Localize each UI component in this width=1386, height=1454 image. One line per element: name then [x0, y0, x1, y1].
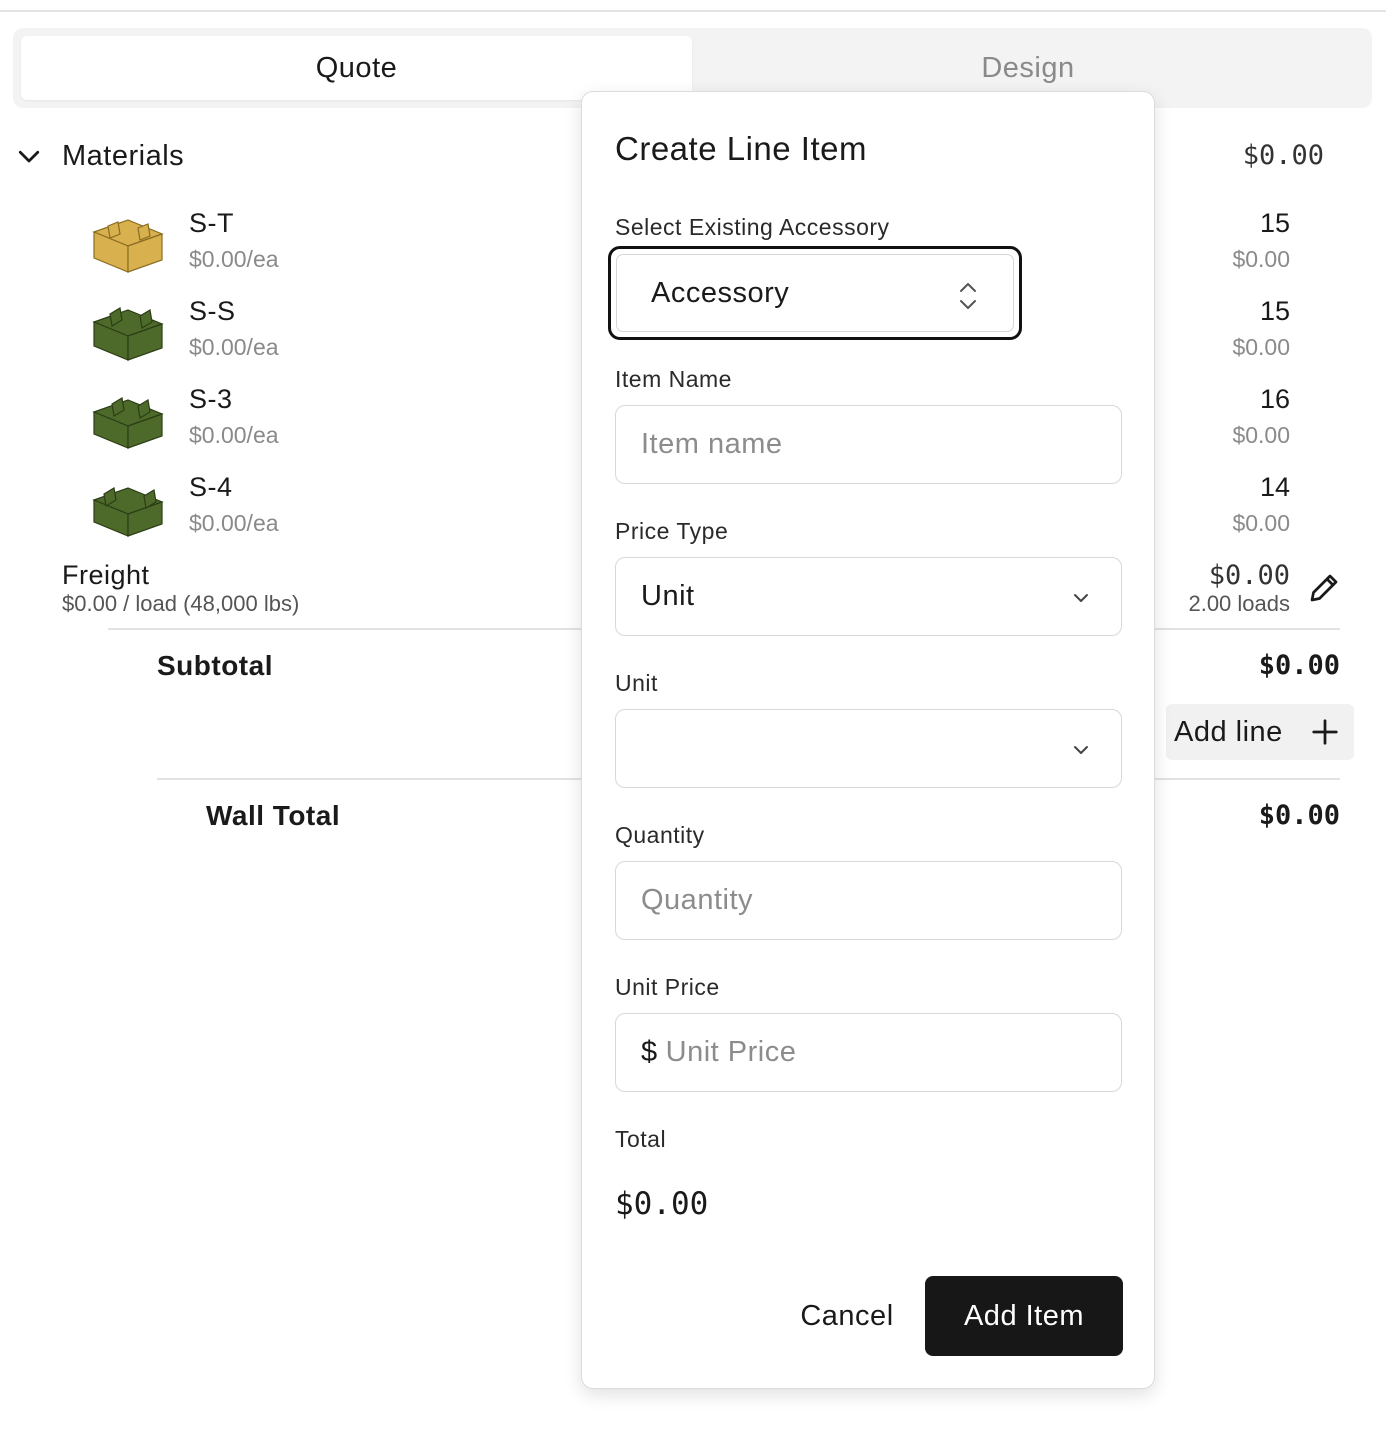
material-quantity: 15 [1259, 208, 1290, 238]
currency-symbol: $ [641, 1036, 658, 1068]
wall-total-value: $0.00 [1258, 800, 1340, 831]
material-quantity: 14 [1259, 472, 1290, 502]
material-unit-price: $0.00/ea [189, 422, 279, 448]
item-name-placeholder: Item name [641, 428, 783, 460]
accessory-select[interactable]: Accessory [608, 246, 1022, 340]
unit-label: Unit [615, 670, 658, 696]
material-amount: $0.00 [1232, 510, 1290, 536]
dialog-title: Create Line Item [615, 130, 867, 167]
plus-icon [1312, 719, 1338, 745]
materials-section-toggle[interactable]: Materials [14, 134, 184, 178]
material-amount: $0.00 [1232, 246, 1290, 272]
unit-price-placeholder: Unit Price [665, 1036, 797, 1068]
add-line-label: Add line [1174, 715, 1283, 748]
unit-price-input[interactable]: $ Unit Price [615, 1013, 1122, 1092]
quantity-placeholder: Quantity [641, 884, 753, 916]
top-divider [0, 10, 1386, 12]
material-amount: $0.00 [1232, 334, 1290, 360]
quantity-input[interactable]: Quantity [615, 861, 1122, 940]
add-item-button[interactable]: Add Item [925, 1276, 1123, 1356]
wall-total-label: Wall Total [206, 800, 341, 831]
accessory-label: Select Existing Accessory [615, 214, 890, 240]
pencil-icon[interactable] [1306, 570, 1342, 606]
chevron-down-icon [18, 150, 40, 163]
unit-select[interactable] [615, 709, 1122, 788]
material-quantity: 16 [1259, 384, 1290, 414]
block-thumbnail-icon [92, 219, 164, 273]
unit-price-label: Unit Price [615, 974, 720, 1000]
up-down-chevron-icon [960, 283, 976, 309]
add-line-button[interactable]: Add line [1166, 704, 1354, 760]
material-name: S-4 [189, 472, 233, 502]
material-quantity: 15 [1259, 296, 1290, 326]
freight-name: Freight [62, 560, 150, 590]
chevron-down-icon [1074, 746, 1088, 754]
price-type-label: Price Type [615, 518, 729, 544]
material-amount: $0.00 [1232, 422, 1290, 448]
material-unit-price: $0.00/ea [189, 246, 279, 272]
total-label: Total [615, 1126, 667, 1152]
block-thumbnail-icon [92, 397, 164, 449]
price-type-select[interactable]: Unit [615, 557, 1122, 636]
material-unit-price: $0.00/ea [189, 510, 279, 536]
freight-amount: $0.00 [1208, 560, 1290, 591]
materials-total: $0.00 [1242, 140, 1324, 171]
accessory-select-value: Accessory [651, 276, 790, 309]
block-thumbnail-icon [92, 487, 164, 537]
material-unit-price: $0.00/ea [189, 334, 279, 360]
item-name-input[interactable]: Item name [615, 405, 1122, 484]
quantity-label: Quantity [615, 822, 705, 848]
subtotal-value: $0.00 [1258, 650, 1340, 681]
materials-title: Materials [62, 139, 185, 172]
material-name: S-S [189, 296, 236, 326]
freight-rate: $0.00 / load (48,000 lbs) [62, 591, 300, 616]
block-thumbnail-icon [92, 307, 164, 361]
total-value: $0.00 [615, 1186, 709, 1222]
material-name: S-3 [189, 384, 233, 414]
freight-loads: 2.00 loads [1188, 591, 1290, 616]
chevron-down-icon [1074, 594, 1088, 602]
item-name-label: Item Name [615, 366, 732, 392]
cancel-button[interactable]: Cancel [782, 1276, 912, 1356]
price-type-value: Unit [641, 580, 695, 612]
material-name: S-T [189, 208, 234, 238]
subtotal-label: Subtotal [157, 650, 273, 681]
create-line-item-dialog: Create Line Item Select Existing Accesso… [581, 91, 1155, 1389]
